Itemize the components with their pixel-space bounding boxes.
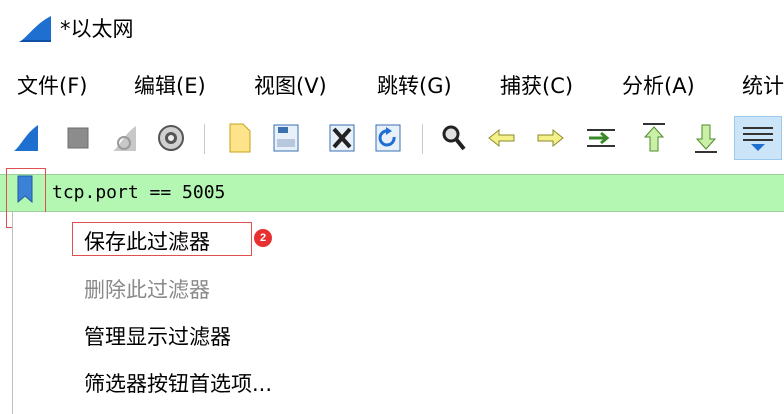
toolbar-separator — [422, 124, 423, 154]
save-file-icon — [273, 124, 299, 152]
menu-item-filter-button-prefs[interactable]: 筛选器按钮首选项... — [84, 370, 272, 398]
restart-capture-icon — [113, 126, 136, 151]
menu-edit[interactable]: 编辑(E) — [134, 72, 206, 100]
autoscroll-icon — [743, 127, 773, 151]
menu-item-delete-filter: 删除此过滤器 — [84, 278, 210, 302]
stop-capture-button[interactable] — [60, 116, 96, 160]
window-title: *以太网 — [60, 17, 134, 41]
menu-file[interactable]: 文件(F) — [17, 72, 87, 100]
restart-capture-button[interactable] — [106, 116, 142, 160]
reload-icon — [375, 124, 401, 152]
stop-capture-icon — [67, 127, 89, 149]
shark-fin-icon — [19, 16, 51, 42]
start-capture-button[interactable] — [8, 116, 44, 160]
go-to-packet-icon — [587, 129, 615, 147]
menu-view[interactable]: 视图(V) — [254, 72, 327, 100]
go-back-button[interactable] — [484, 116, 520, 160]
menu-item-save-filter[interactable]: 保存此过滤器 — [84, 228, 210, 256]
open-file-button[interactable] — [222, 116, 258, 160]
go-last-button[interactable] — [688, 116, 724, 160]
menu-go[interactable]: 跳转(G) — [377, 72, 452, 100]
bookmark-icon — [17, 175, 33, 203]
go-first-icon — [643, 123, 665, 152]
toolbar-separator — [204, 124, 205, 154]
close-file-icon — [329, 124, 355, 152]
menu-bar: 文件(F) 编辑(E) 视图(V) 跳转(G) 捕获(C) 分析(A) 统计 — [0, 62, 784, 108]
start-capture-icon — [14, 125, 38, 151]
go-to-packet-button[interactable] — [583, 116, 619, 160]
find-packet-icon — [442, 125, 466, 151]
main-toolbar — [0, 110, 784, 166]
go-forward-button[interactable] — [532, 116, 568, 160]
capture-options-button[interactable] — [153, 116, 189, 160]
save-file-button[interactable] — [268, 116, 304, 160]
menu-analyze[interactable]: 分析(A) — [622, 72, 695, 100]
reload-button[interactable] — [370, 116, 406, 160]
go-forward-icon — [537, 128, 564, 148]
autoscroll-button[interactable] — [734, 116, 782, 160]
menu-capture[interactable]: 捕获(C) — [500, 72, 573, 100]
menu-item-manage-filters[interactable]: 管理显示过滤器 — [84, 323, 231, 351]
go-back-icon — [488, 128, 515, 148]
find-packet-button[interactable] — [436, 116, 472, 160]
go-last-icon — [695, 124, 717, 153]
go-first-button[interactable] — [636, 116, 672, 160]
capture-options-icon — [158, 125, 184, 151]
menu-statistics[interactable]: 统计 — [742, 72, 784, 100]
open-file-icon — [229, 123, 251, 153]
title-bar: *以太网 — [0, 0, 784, 62]
close-file-button[interactable] — [324, 116, 360, 160]
annotation-badge-2: 2 — [254, 229, 272, 247]
display-filter-input[interactable]: tcp.port == 5005 — [52, 180, 225, 206]
